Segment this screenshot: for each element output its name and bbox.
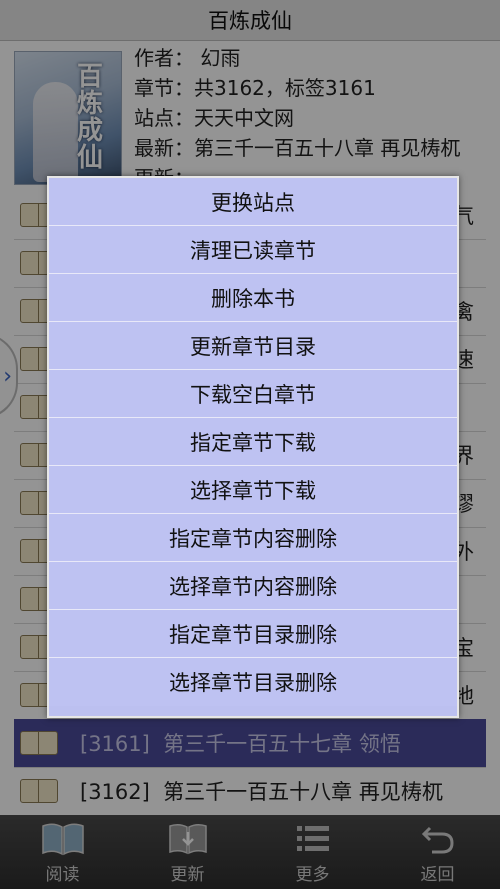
site-line: 站点：天天中文网 [134,106,294,130]
menu-item[interactable]: 选择章节内容删除 [49,562,457,610]
tab-update-label: 更新 [170,865,205,885]
tab-back-label: 返回 [420,865,455,885]
book-info: 作者： 幻雨 章节：共3162，标签3161 站点：天天中文网 最新：第三千一百… [134,43,460,193]
menu-item[interactable]: 指定章节内容删除 [49,514,457,562]
cover-figure [33,82,78,182]
tab-update[interactable]: 更新 [125,815,250,889]
title-bar: 百炼成仙 [0,0,500,41]
page-title: 百炼成仙 [208,9,292,33]
menu-item[interactable]: 选择章节下载 [49,466,457,514]
tab-read[interactable]: 阅读 [0,815,125,889]
cover-title: 百炼成仙 [77,62,104,173]
tab-more[interactable]: 更多 [250,815,375,889]
book-open-icon [41,823,84,856]
book-options-menu: 更换站点 清理已读章节 删除本书 更新章节目录 下载空白章节 指定章节下载 选择章节下载 指定… [47,176,459,718]
chapter-title: [3162] 第三千一百五十八章 再见梼杌 [80,780,443,804]
chapter-count-line: 章节：共3162，标签3161 [134,76,376,100]
tab-back[interactable]: 返回 [375,815,500,889]
menu-item[interactable]: 更新章节目录 [49,322,457,370]
tab-more-label: 更多 [295,865,330,885]
chapter-title: [3161] 第三千一百五十七章 领悟 [80,732,401,756]
menu-item[interactable]: 指定章节目录删除 [49,610,457,658]
book-icon [20,731,58,755]
menu-item[interactable]: 清理已读章节 [49,226,457,274]
author-line: 作者： 幻雨 [134,46,241,70]
tab-read-label: 阅读 [45,865,80,885]
list-icon [296,826,329,851]
book-cover: 百炼成仙 [14,51,122,185]
bottom-toolbar: 阅读 更新 更多 返回 [0,815,500,889]
menu-item[interactable]: 下载空白章节 [49,370,457,418]
back-arrow-icon [421,826,454,854]
latest-line: 最新：第三千一百五十八章 再见梼杌 [134,136,461,160]
book-download-icon [20,779,58,803]
chapter-row[interactable]: [3162] 第三千一百五十八章 再见梼杌 [14,767,486,816]
chevron-right-icon: › [3,363,12,389]
menu-item[interactable]: 指定章节下载 [49,418,457,466]
download-book-icon [168,823,207,855]
menu-item[interactable]: 选择章节目录删除 [49,658,457,706]
menu-item[interactable]: 删除本书 [49,274,457,322]
chapter-row-selected[interactable]: [3161] 第三千一百五十七章 领悟 [14,719,486,767]
menu-item[interactable]: 更换站点 [49,178,457,226]
